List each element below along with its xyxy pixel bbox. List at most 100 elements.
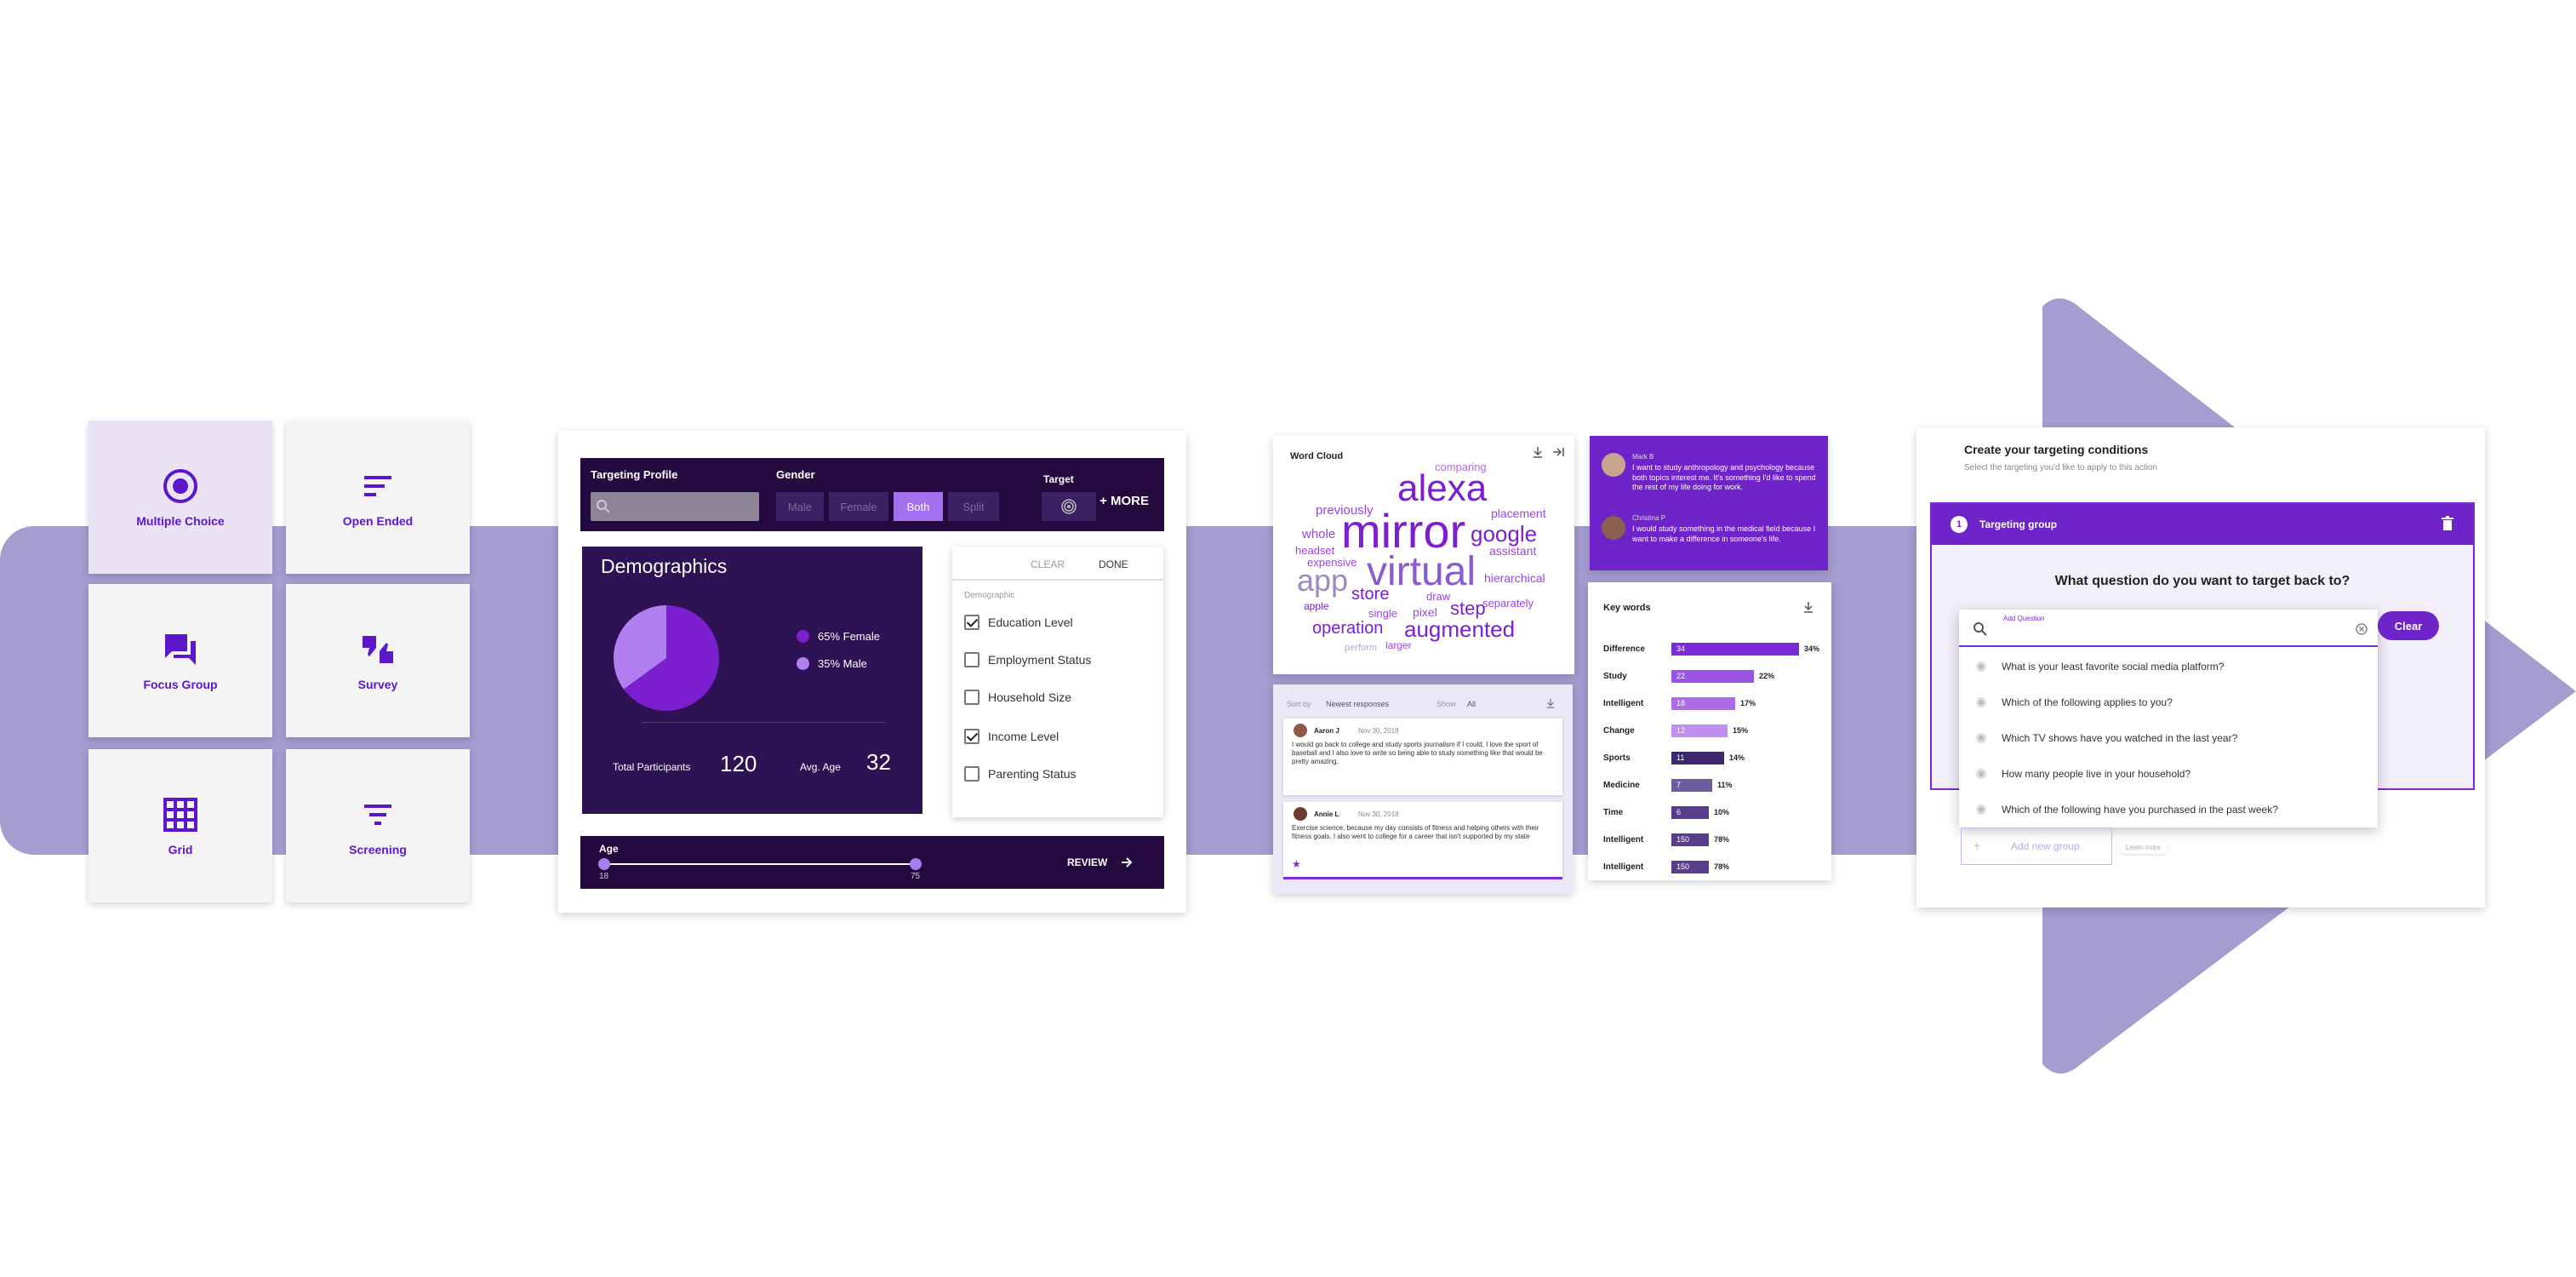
tile-label: Grid	[168, 843, 193, 856]
word-cloud-word: augmented	[1404, 616, 1516, 642]
keyword-percent: 10%	[1714, 808, 1730, 816]
review-button[interactable]: REVIEW	[1067, 856, 1107, 868]
question-option[interactable]: Which TV shows have you watched in the l…	[1959, 720, 2378, 756]
checkbox-checked[interactable]	[964, 729, 980, 744]
filter-icon	[358, 795, 397, 834]
profile-search-input[interactable]	[591, 492, 759, 521]
tile-grid[interactable]: Grid	[89, 749, 272, 902]
star-icon[interactable]: ★	[1292, 858, 1301, 870]
avg-age-label: Avg. Age	[800, 761, 841, 773]
tile-open-ended[interactable]: Open Ended	[286, 421, 470, 574]
learn-more-link[interactable]: Learn more	[2119, 841, 2168, 854]
keyword-percent: 22%	[1759, 672, 1775, 680]
word-cloud-word: larger	[1385, 639, 1412, 651]
keyword-percent: 15%	[1733, 726, 1749, 735]
question-option[interactable]: What is your least favorite social media…	[1959, 649, 2378, 684]
keyword-row: Sports 11 14%	[1603, 751, 1825, 764]
tile-label: Multiple Choice	[136, 514, 225, 528]
word-cloud-word: comparing	[1435, 461, 1487, 473]
filter-employment-status[interactable]: Employment Status	[964, 650, 1091, 669]
add-question-input[interactable]: Add Question	[1959, 610, 2378, 647]
checkbox[interactable]	[964, 652, 980, 667]
question-option[interactable]: Which of the following applies to you?	[1959, 684, 2378, 720]
checkbox[interactable]	[964, 690, 980, 705]
tile-multiple-choice[interactable]: Multiple Choice	[89, 421, 272, 574]
option-label: Which of the following have you purchase…	[2002, 804, 2278, 816]
filter-income-level[interactable]: Income Level	[964, 727, 1059, 746]
question-title: What question do you want to target back…	[2054, 574, 2350, 588]
age-label: Age	[599, 843, 619, 855]
tile-screening[interactable]: Screening	[286, 749, 470, 902]
word-cloud-word: placement	[1491, 507, 1546, 520]
sort-select[interactable]: Newest responses	[1326, 700, 1389, 708]
age-slider-min-handle[interactable]	[598, 858, 610, 870]
done-button[interactable]: DONE	[1099, 558, 1128, 570]
word-cloud-word: headset	[1295, 544, 1335, 557]
keyword-row: Intelligent 150 78%	[1603, 860, 1825, 873]
option-label: Which of the following applies to you?	[2002, 696, 2173, 708]
radio-icon	[1976, 697, 1986, 707]
gender-pie-chart	[614, 605, 719, 711]
word-cloud-word: assistant	[1489, 544, 1537, 558]
conditions-subtitle: Select the targeting you'd like to apply…	[1964, 463, 2158, 472]
age-slider-max-handle[interactable]	[910, 858, 922, 870]
show-select[interactable]: All	[1467, 700, 1476, 708]
filter-label: Household Size	[988, 690, 1072, 704]
keyword-bar: 22	[1671, 669, 1754, 683]
word-cloud-word: step	[1450, 598, 1486, 619]
keyword-bar: 34	[1671, 642, 1799, 656]
keyword-bar: 7	[1671, 778, 1712, 792]
keyword-label: Time	[1603, 807, 1624, 817]
keyword-label: Medicine	[1603, 780, 1640, 790]
filter-household-size[interactable]: Household Size	[964, 688, 1071, 707]
keyword-bar: 11	[1671, 751, 1724, 764]
age-slider-track[interactable]	[604, 863, 916, 865]
checkbox[interactable]	[964, 766, 980, 782]
add-group-label: Add new group	[2011, 840, 2080, 852]
gender-option-split[interactable]: Split	[948, 492, 999, 521]
keyword-row: Time 6 10%	[1603, 805, 1825, 819]
keyword-label: Study	[1603, 671, 1627, 681]
gender-option-male[interactable]: Male	[776, 492, 824, 521]
arrow-right-icon[interactable]	[1120, 856, 1134, 869]
clear-input-icon[interactable]	[2356, 623, 2368, 635]
expand-icon[interactable]	[1552, 446, 1564, 458]
clear-button[interactable]: CLEAR	[1031, 558, 1065, 570]
keyword-bar: 150	[1671, 860, 1709, 873]
download-icon[interactable]	[1532, 446, 1544, 458]
word-cloud-word: google	[1471, 521, 1538, 547]
radio-icon	[1976, 661, 1986, 672]
gender-option-both[interactable]: Both	[894, 492, 943, 521]
question-option[interactable]: Which of the following have you purchase…	[1959, 792, 2378, 827]
add-group-button[interactable]: + Add new group	[1961, 827, 2112, 865]
question-option[interactable]: How many people live in your household?	[1959, 756, 2378, 792]
keywords-card: Key words Difference 34 34% Study 22 22% Intel…	[1588, 582, 1831, 880]
targeting-profile-label: Targeting Profile	[591, 468, 678, 481]
quotes-card: Mark B I want to study anthropology and …	[1590, 436, 1828, 570]
quote-author: Mark B	[1632, 453, 1654, 461]
word-cloud-word: alexa	[1397, 467, 1488, 509]
filter-parenting-status[interactable]: Parenting Status	[964, 764, 1077, 783]
add-icon: +	[1973, 839, 1981, 852]
add-question-label: Add Question	[2003, 615, 2045, 622]
response-item: Aaron J Nov 30, 2018 I would go back to …	[1283, 719, 1562, 795]
filter-education-level[interactable]: Education Level	[964, 613, 1073, 632]
quote-author: Christina P	[1632, 514, 1666, 522]
filter-label: Education Level	[988, 616, 1073, 629]
clear-button[interactable]: Clear	[2378, 611, 2439, 640]
gender-option-female[interactable]: Female	[829, 492, 888, 521]
keyword-row: Study 22 22%	[1603, 669, 1825, 683]
checkbox-checked[interactable]	[964, 615, 980, 630]
more-button[interactable]: + MORE	[1100, 494, 1149, 508]
tile-survey[interactable]: Survey	[286, 584, 470, 737]
delete-icon[interactable]	[2441, 516, 2454, 531]
keyword-percent: 78%	[1714, 862, 1730, 871]
download-icon[interactable]	[1802, 601, 1814, 613]
target-button[interactable]	[1042, 492, 1096, 521]
thumbs-icon	[358, 630, 397, 669]
word-cloud-card: Word Cloud alexa mirror virtual google a…	[1273, 436, 1574, 674]
legend-male: 35% Male	[797, 657, 867, 670]
download-icon[interactable]	[1545, 698, 1556, 708]
filter-category: Demographic	[964, 591, 1015, 600]
tile-focus-group[interactable]: Focus Group	[89, 584, 272, 737]
